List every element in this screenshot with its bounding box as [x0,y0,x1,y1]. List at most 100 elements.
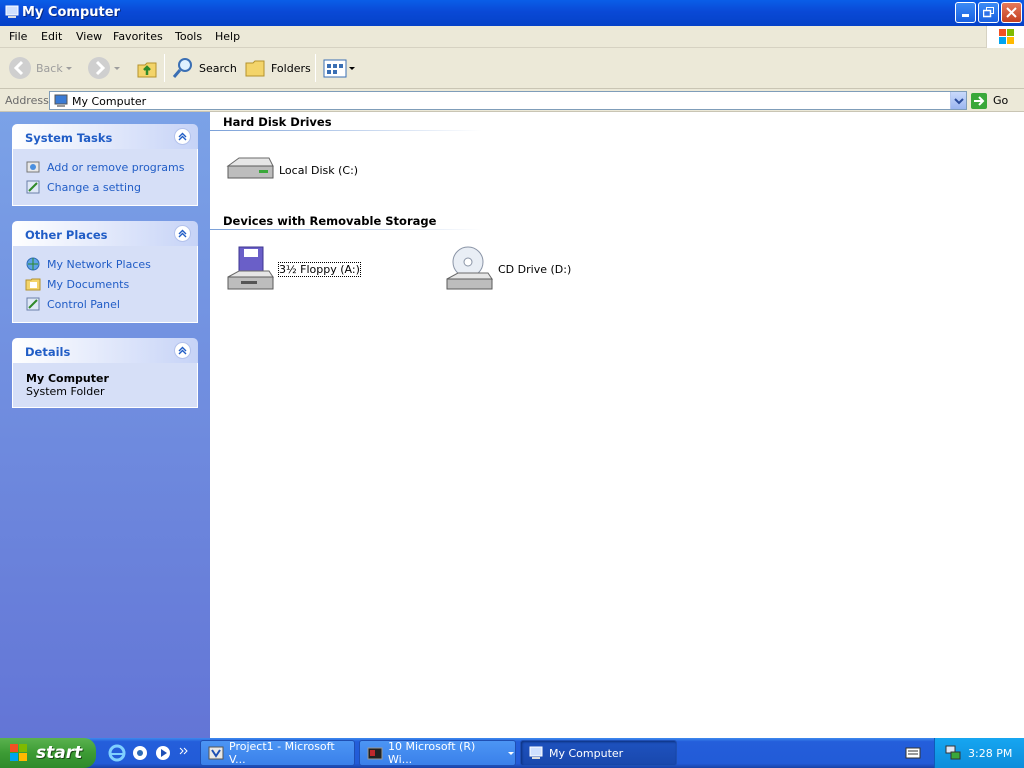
quick-launch-chevron-icon[interactable] [178,744,190,762]
keyboard-language-icon[interactable] [905,746,921,760]
back-label: Back [36,61,63,75]
go-button[interactable]: Go [970,91,1020,110]
change-setting-link[interactable]: Change a setting [25,177,187,197]
toolbar-separator [164,54,165,82]
group-header-removable-storage: Devices with Removable Storage [223,214,437,228]
other-places-body: My Network Places My Documents Control P… [12,246,198,323]
details-header[interactable]: Details [12,338,198,363]
details-title: Details [25,345,71,359]
go-label: Go [993,94,1009,107]
my-documents-link[interactable]: My Documents [25,274,187,294]
close-icon [1006,7,1017,18]
address-field[interactable]: My Computer [49,91,967,110]
system-tray: 3:28 PM [934,738,1024,768]
group-dropdown-icon [508,752,515,755]
other-places-header[interactable]: Other Places [12,221,198,246]
views-icon [323,59,347,78]
drive-label: CD Drive (D:) [498,262,572,276]
forward-dropdown-icon [114,67,120,70]
menu-edit[interactable]: Edit [41,30,62,43]
back-arrow-icon [9,57,31,79]
forward-button[interactable] [87,55,123,81]
my-documents-icon [25,278,41,291]
details-item-type: System Folder [26,385,105,398]
restore-button[interactable] [978,2,999,23]
internet-explorer-icon[interactable] [108,744,126,762]
my-network-places-link[interactable]: My Network Places [25,254,187,274]
window-title: My Computer [22,5,120,20]
group-divider [210,229,482,230]
hard-disk-icon [226,157,274,179]
views-dropdown-icon [349,67,355,70]
task-microsoft-windows-group[interactable]: 10 Microsoft (R) Wi... [359,740,516,766]
up-folder-button[interactable] [135,55,159,81]
address-bar: Address My Computer Go [0,89,1024,112]
visual-basic-icon [208,746,224,760]
folders-button[interactable]: Folders [243,55,311,81]
my-computer-icon [5,5,19,18]
taskbar: start Project1 - Microsoft V... 10 Micro… [0,738,1024,768]
system-tasks-header[interactable]: System Tasks [12,124,198,149]
windows-flag-icon [999,29,1014,44]
media-player-icon[interactable] [154,744,172,762]
task-my-computer[interactable]: My Computer [520,740,677,766]
my-computer-icon [529,746,543,759]
control-panel-link[interactable]: Control Panel [25,294,187,314]
menu-bar: File Edit View Favorites Tools Help [0,26,1024,48]
menu-view[interactable]: View [76,30,102,43]
drive-floppy-a[interactable]: 3½ Floppy (A:) [225,245,361,293]
menu-tools[interactable]: Tools [175,30,202,43]
drive-cd-d[interactable]: CD Drive (D:) [444,245,571,293]
change-setting-label: Change a setting [47,180,141,194]
task-project1[interactable]: Project1 - Microsoft V... [200,740,355,766]
up-folder-icon [137,62,157,78]
network-places-icon [26,257,40,271]
menu-file[interactable]: File [9,30,27,43]
collapse-button[interactable] [174,225,191,242]
forward-arrow-icon [88,57,110,79]
explorer-window: My Computer File Edit View Favorites Too… [0,0,1024,738]
add-remove-programs-icon [26,161,40,173]
add-remove-programs-link[interactable]: Add or remove programs [25,157,187,177]
system-tasks-panel: System Tasks Add or remove programs Chan… [12,124,198,206]
my-documents-label: My Documents [47,277,130,291]
folders-icon [245,60,265,77]
back-button[interactable]: Back [8,55,75,81]
menu-favorites[interactable]: Favorites [113,30,163,43]
go-arrow-icon [971,92,987,109]
drive-label: 3½ Floppy (A:) [278,261,361,277]
control-panel-icon [26,180,40,194]
address-value: My Computer [72,95,147,108]
start-label: start [36,743,83,763]
clock[interactable]: 3:28 PM [968,747,1012,760]
address-dropdown-button[interactable] [950,92,966,109]
task-label: Project1 - Microsoft V... [229,740,335,766]
title-bar[interactable]: My Computer [0,0,1024,26]
outlook-express-icon[interactable] [131,744,149,762]
search-button[interactable]: Search [171,55,237,81]
control-panel-icon [26,297,40,311]
task-label: 10 Microsoft (R) Wi... [388,740,476,766]
collapse-button[interactable] [174,342,191,359]
start-button[interactable]: start [0,738,96,768]
network-tray-icon[interactable] [945,745,961,761]
details-body: My Computer System Folder [12,363,198,408]
add-remove-programs-label: Add or remove programs [47,160,185,174]
windows-flag-icon [10,744,27,761]
my-computer-icon [54,94,68,107]
chevron-up-icon [178,346,187,355]
toolbar: Back Search Folders [0,48,1024,89]
close-button[interactable] [1001,2,1022,23]
back-dropdown-icon [65,67,72,70]
drive-local-disk-c[interactable]: Local Disk (C:) [225,146,358,194]
details-item-name: My Computer [26,372,109,385]
collapse-button[interactable] [174,128,191,145]
search-icon [172,58,192,78]
views-button[interactable] [322,55,356,81]
menu-help[interactable]: Help [215,30,240,43]
my-network-places-label: My Network Places [47,257,151,271]
toolbar-separator [315,54,316,82]
search-label: Search [199,61,237,75]
system-tasks-title: System Tasks [25,131,113,145]
minimize-button[interactable] [955,2,976,23]
